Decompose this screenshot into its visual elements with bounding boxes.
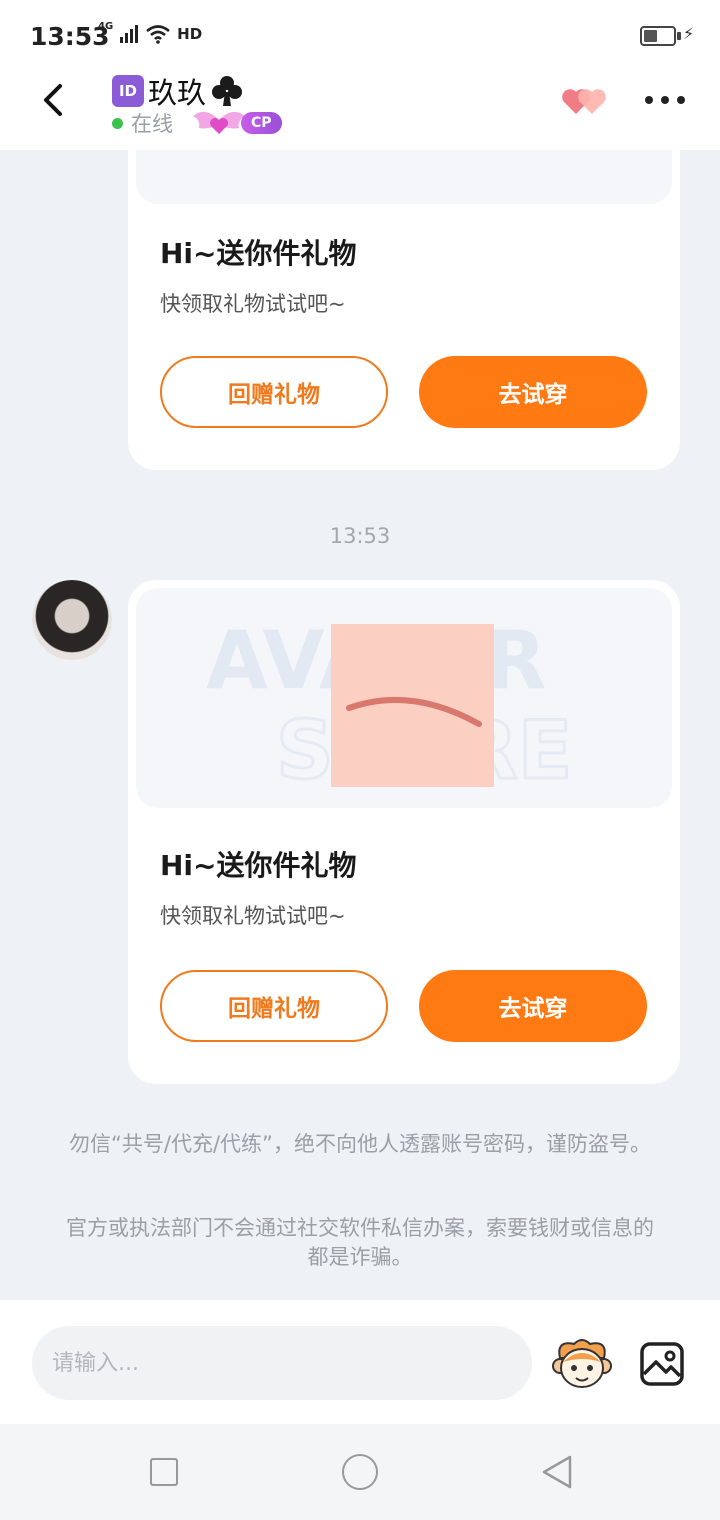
wifi-icon [146, 25, 170, 44]
charging-icon: ⚡ [683, 24, 695, 43]
hd-indicator: HD [177, 25, 203, 43]
image-icon[interactable] [640, 1342, 684, 1386]
nav-back-icon[interactable] [540, 1454, 574, 1490]
title-row[interactable]: ID 玖玖 [112, 70, 244, 112]
network-type: 4G [98, 20, 114, 32]
gift-card: Hi~送你件礼物 快领取礼物试试吧~ 回赠礼物 去试穿 [128, 150, 680, 470]
online-dot [112, 117, 123, 129]
gift-image-area: AVATAR STORE [136, 588, 672, 808]
eyebrow-icon [346, 697, 482, 727]
battery-cap [677, 32, 681, 40]
club-suit-icon [212, 76, 243, 106]
message-timestamp: 13:53 [329, 524, 391, 548]
gift-image-area [136, 150, 672, 204]
card-subtitle: 快领取礼物试试吧~ [160, 292, 346, 316]
contact-name: 玖玖 [148, 76, 207, 110]
hearts-icon[interactable] [560, 84, 610, 118]
id-badge: ID [112, 75, 144, 107]
try-on-button[interactable]: 去试穿 [419, 356, 647, 428]
avatar[interactable] [32, 580, 112, 660]
monkey-emoji-icon[interactable] [552, 1336, 612, 1392]
card-subtitle: 快领取礼物试试吧~ [160, 904, 346, 928]
online-status: 在线 [131, 112, 173, 136]
input-bar [0, 1300, 720, 1424]
message-input[interactable] [32, 1326, 532, 1400]
cp-badge: CP [241, 112, 282, 134]
home-icon[interactable] [342, 1454, 378, 1490]
chat-area: Hi~送你件礼物 快领取礼物试试吧~ 回赠礼物 去试穿 13:53 AVATAR… [0, 150, 720, 1300]
system-nav-bar [0, 1424, 720, 1520]
safety-warning: 勿信“共号/代充/代练”，绝不向他人透露账号密码，谨防盗号。 [69, 1132, 651, 1156]
gift-card: AVATAR STORE Hi~送你件礼物 快领取礼物试试吧~ 回赠礼物 去试穿 [128, 580, 680, 1084]
cp-wings-icon [193, 111, 245, 134]
card-title: Hi~送你件礼物 [160, 237, 357, 270]
recent-apps-icon[interactable] [150, 1458, 178, 1486]
return-gift-button[interactable]: 回赠礼物 [160, 970, 388, 1042]
return-gift-button[interactable]: 回赠礼物 [160, 356, 388, 428]
try-on-button[interactable]: 去试穿 [419, 970, 647, 1042]
status-icons: 4G HD [98, 20, 203, 44]
more-icon[interactable] [645, 96, 685, 104]
status-row: 在线 CP [112, 108, 282, 138]
card-title: Hi~送你件礼物 [160, 849, 357, 882]
fraud-warning: 官方或执法部门不会通过社交软件私信办案，索要钱财或信息的都是诈骗。 [66, 1216, 654, 1269]
gift-item-image[interactable] [331, 624, 494, 787]
back-arrow-icon[interactable] [36, 80, 76, 120]
signal-icon [120, 25, 139, 43]
battery-icon [640, 26, 676, 46]
cp-badge-group[interactable]: CP [191, 108, 282, 138]
chat-header: ID 玖玖 在线 CP [0, 70, 720, 150]
status-bar: 13:53 4G HD ⚡ [0, 0, 720, 70]
